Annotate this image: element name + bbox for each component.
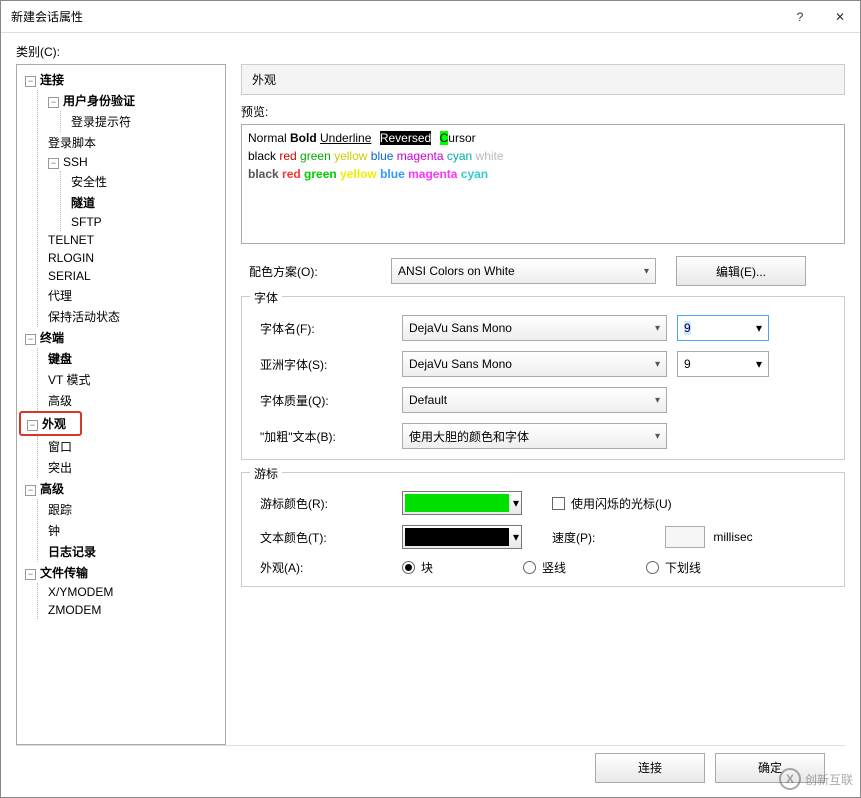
color-scheme-row: 配色方案(O): ANSI Colors on White▾ 编辑(E)...: [241, 256, 845, 286]
cursor-shape-label: 外观(A):: [252, 559, 402, 576]
chevron-down-icon: ▾: [756, 357, 762, 371]
tree-login-script[interactable]: 登录脚本: [42, 132, 223, 153]
asian-font-select[interactable]: DejaVu Sans Mono▾: [402, 351, 667, 377]
preview-box: Normal Bold Underline Reversed Cursor bl…: [241, 124, 845, 244]
chevron-down-icon: ▾: [655, 431, 660, 442]
font-size-select[interactable]: 9▾: [677, 315, 769, 341]
category-tree[interactable]: −连接 −用户身份验证 登录提示符 登录脚本 −SSH 安全性 隧道 SFTP …: [16, 64, 226, 745]
font-legend: 字体: [250, 289, 282, 306]
titlebar: 新建会话属性 ? ✕: [1, 1, 860, 33]
window-title: 新建会话属性: [11, 8, 780, 25]
bold-text-label: "加粗"文本(B):: [252, 428, 402, 445]
radio-underline[interactable]: 下划线: [646, 559, 701, 576]
cursor-color-select[interactable]: ▾: [402, 491, 522, 515]
speed-input[interactable]: [665, 526, 705, 548]
tree-appearance[interactable]: −外观: [19, 411, 82, 436]
tree-zmodem[interactable]: ZMODEM: [42, 601, 223, 619]
watermark-logo-icon: X: [779, 768, 801, 790]
tree-keepalive[interactable]: 保持活动状态: [42, 306, 223, 327]
tree-tunnel[interactable]: 隧道: [65, 192, 223, 213]
scheme-label: 配色方案(O):: [241, 263, 391, 280]
chevron-down-icon: ▾: [644, 266, 649, 277]
dialog-footer: 连接 确定: [16, 745, 845, 789]
asian-font-label: 亚洲字体(S):: [252, 356, 402, 373]
tree-rlogin[interactable]: RLOGIN: [42, 249, 223, 267]
radio-block[interactable]: 块: [402, 559, 433, 576]
edit-scheme-button[interactable]: 编辑(E)...: [676, 256, 806, 286]
chevron-down-icon: ▾: [655, 359, 660, 370]
tree-log[interactable]: 日志记录: [42, 541, 223, 562]
scheme-select[interactable]: ANSI Colors on White▾: [391, 258, 656, 284]
chevron-down-icon: ▾: [756, 321, 762, 335]
tree-sftp[interactable]: SFTP: [65, 213, 223, 231]
tree-login-prompt[interactable]: 登录提示符: [65, 111, 223, 132]
bold-text-select[interactable]: 使用大胆的颜色和字体▾: [402, 423, 667, 449]
tree-term-adv[interactable]: 高级: [42, 390, 223, 411]
help-button[interactable]: ?: [780, 1, 820, 33]
content-area: 类别(C): −连接 −用户身份验证 登录提示符 登录脚本 −SSH 安全性 隧…: [1, 33, 860, 797]
speed-label: 速度(P):: [552, 529, 595, 546]
tree-connection[interactable]: −连接: [19, 69, 223, 90]
text-color-swatch: [405, 528, 509, 546]
panel-title: 外观: [241, 64, 845, 95]
tree-proxy[interactable]: 代理: [42, 285, 223, 306]
chevron-down-icon: ▾: [513, 530, 519, 544]
main-area: −连接 −用户身份验证 登录提示符 登录脚本 −SSH 安全性 隧道 SFTP …: [16, 64, 845, 745]
watermark: X 创新互联: [779, 768, 853, 790]
preview-label: 预览:: [241, 103, 845, 120]
connect-button[interactable]: 连接: [595, 753, 705, 783]
category-label: 类别(C):: [16, 43, 845, 60]
tree-highlight[interactable]: 突出: [42, 457, 223, 478]
font-quality-label: 字体质量(Q):: [252, 392, 402, 409]
radio-vbar[interactable]: 竖线: [523, 559, 566, 576]
asian-font-size-select[interactable]: 9▾: [677, 351, 769, 377]
tree-terminal[interactable]: −终端: [19, 327, 223, 348]
tree-security[interactable]: 安全性: [65, 171, 223, 192]
chevron-down-icon: ▾: [655, 323, 660, 334]
tree-ssh[interactable]: −SSH: [42, 153, 223, 171]
font-group: 字体 字体名(F): DejaVu Sans Mono▾ 9▾ 亚洲字体(S):…: [241, 296, 845, 460]
text-color-select[interactable]: ▾: [402, 525, 522, 549]
speed-unit: millisec: [713, 530, 752, 544]
tree-keyboard[interactable]: 键盘: [42, 348, 223, 369]
font-quality-select[interactable]: Default▾: [402, 387, 667, 413]
cursor-color-label: 游标颜色(R):: [252, 495, 402, 512]
blink-checkbox[interactable]: 使用闪烁的光标(U): [552, 495, 672, 512]
tree-telnet[interactable]: TELNET: [42, 231, 223, 249]
tree-auth[interactable]: −用户身份验证: [42, 90, 223, 111]
tree-clock[interactable]: 钟: [42, 520, 223, 541]
cursor-color-swatch: [405, 494, 509, 512]
cursor-group: 游标 游标颜色(R): ▾ 使用闪烁的光标(U) 文本颜色(T): ▾ 速度(P…: [241, 472, 845, 587]
cursor-legend: 游标: [250, 465, 282, 482]
tree-trace[interactable]: 跟踪: [42, 499, 223, 520]
dialog-window: 新建会话属性 ? ✕ 类别(C): −连接 −用户身份验证 登录提示符 登录脚本…: [0, 0, 861, 798]
chevron-down-icon: ▾: [655, 395, 660, 406]
tree-serial[interactable]: SERIAL: [42, 267, 223, 285]
chevron-down-icon: ▾: [513, 496, 519, 510]
tree-xymodem[interactable]: X/YMODEM: [42, 583, 223, 601]
font-name-label: 字体名(F):: [252, 320, 402, 337]
tree-window[interactable]: 窗口: [42, 436, 223, 457]
text-color-label: 文本颜色(T):: [252, 529, 402, 546]
tree-file[interactable]: −文件传输: [19, 562, 223, 583]
font-name-select[interactable]: DejaVu Sans Mono▾: [402, 315, 667, 341]
settings-panel: 外观 预览: Normal Bold Underline Reversed Cu…: [241, 64, 845, 745]
tree-vt[interactable]: VT 模式: [42, 369, 223, 390]
tree-advanced[interactable]: −高级: [19, 478, 223, 499]
close-button[interactable]: ✕: [820, 1, 860, 33]
